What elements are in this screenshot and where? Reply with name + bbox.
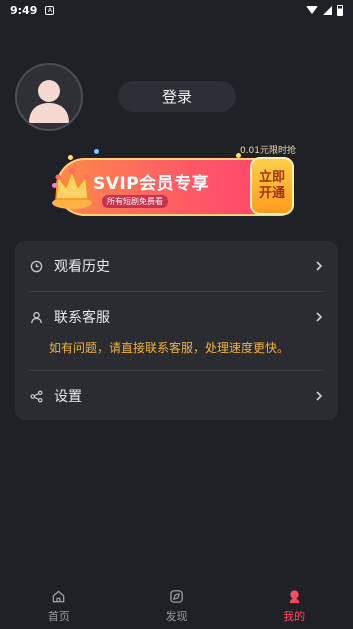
discover-icon <box>169 588 185 604</box>
status-bar: 9:49 A <box>0 0 353 20</box>
nav-tab-home[interactable]: 首页 <box>0 582 118 629</box>
customer-service-note: 如有问题，请直接联系客服，处理速度更快。 <box>49 341 290 355</box>
svip-banner[interactable]: 0.01元限时抢 SVIP会员专享 所有短剧免费看 立即 开通 <box>48 143 304 223</box>
menu-divider <box>29 370 324 371</box>
menu-item-customer-service[interactable]: 联系客服 <box>15 304 338 330</box>
bottom-nav: 首页 发现 我的 <box>0 582 353 629</box>
menu-item-customer-service-label: 联系客服 <box>54 310 110 326</box>
chevron-right-icon <box>314 389 324 403</box>
chevron-right-icon <box>314 310 324 324</box>
nav-tab-discover[interactable]: 发现 <box>118 582 236 629</box>
clock-icon <box>29 259 43 273</box>
menu-item-history-label: 观看历史 <box>54 259 110 275</box>
user-icon <box>29 310 43 324</box>
svip-open-line2: 开通 <box>258 186 285 201</box>
nav-tab-home-label: 首页 <box>47 610 70 623</box>
svip-title: SVIP会员专享 <box>93 174 210 194</box>
home-icon <box>51 588 67 604</box>
menu-card: 观看历史 联系客服 如有问题，请直接联系客服，处理速度更快。 设置 <box>15 241 338 420</box>
notification-icon: A <box>45 5 55 15</box>
login-button[interactable]: 登录 <box>118 81 236 112</box>
profile-icon <box>286 588 302 604</box>
svip-subtitle: 所有短剧免费看 <box>102 195 168 208</box>
svip-limit-text: 0.01元限时抢 <box>239 146 296 156</box>
sparkle-decoration <box>52 183 57 188</box>
avatar[interactable] <box>15 63 83 131</box>
nav-tab-profile[interactable]: 我的 <box>235 582 353 629</box>
signal-icon <box>323 5 332 15</box>
nav-tab-discover-label: 发现 <box>165 610 188 623</box>
sparkle-decoration <box>68 155 73 160</box>
sparkle-decoration <box>94 149 99 154</box>
status-time: 9:49 <box>10 3 38 17</box>
default-user-icon <box>29 80 69 123</box>
menu-item-settings[interactable]: 设置 <box>15 383 338 409</box>
menu-item-history[interactable]: 观看历史 <box>15 253 338 279</box>
sparkle-decoration <box>236 153 241 158</box>
menu-divider <box>29 291 324 292</box>
menu-item-settings-label: 设置 <box>54 389 82 405</box>
wifi-icon <box>306 6 318 14</box>
battery-icon <box>337 4 343 16</box>
svip-open-button[interactable]: 立即 开通 <box>250 157 294 215</box>
nav-tab-profile-label: 我的 <box>283 610 306 623</box>
svip-open-line1: 立即 <box>258 170 285 186</box>
chevron-right-icon <box>314 259 324 273</box>
status-indicators <box>306 4 343 16</box>
share-nodes-icon <box>29 389 43 403</box>
